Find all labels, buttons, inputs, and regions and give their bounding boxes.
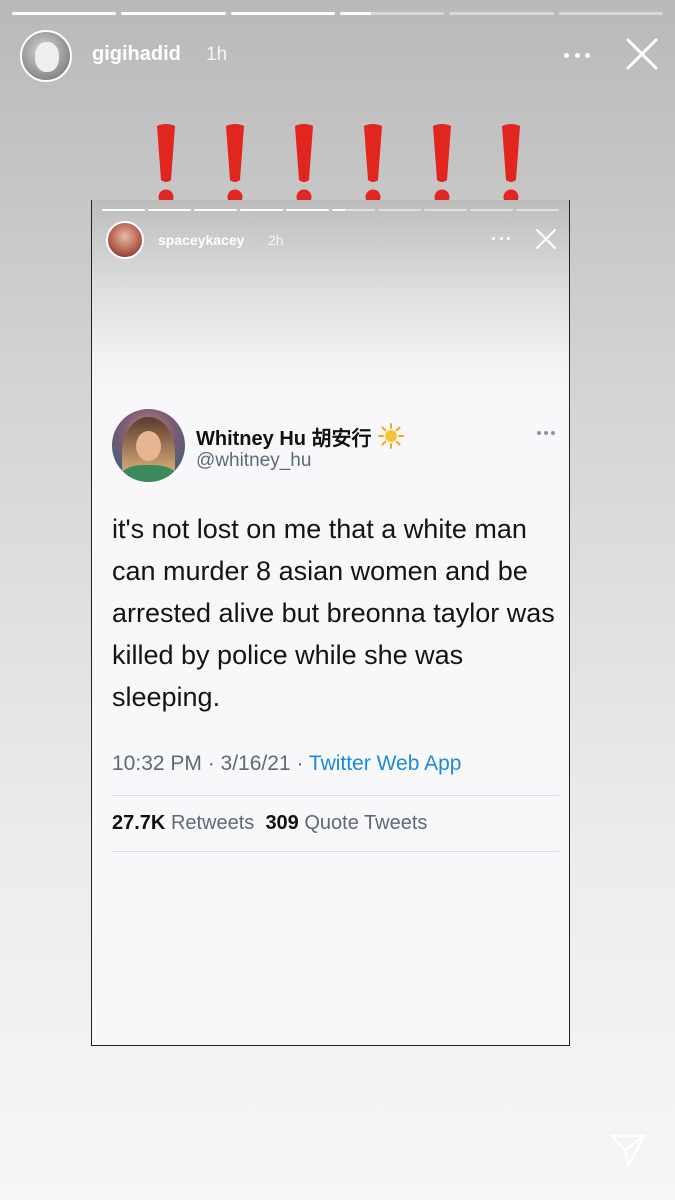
progress-segment [121,12,226,15]
progress-segment [339,12,445,15]
divider [112,795,559,796]
tweet-source: Twitter Web App [308,752,462,775]
progress-segment [12,12,117,15]
shared-story-avatar [106,221,144,259]
exclamation-mark [157,124,175,205]
avatar-face [35,42,59,72]
progress-segment [240,209,283,211]
progress-segment [230,12,335,15]
tweet-meta: 10:32 PM · 3/16/21 · Twitter Web App [112,752,461,776]
shared-story-username: spaceykacey [158,232,245,248]
exclamation-mark [295,124,313,205]
divider [112,851,559,852]
progress-segment [332,209,375,211]
progress-segment [102,209,145,211]
sun-icon [377,423,404,449]
send-icon[interactable] [608,1130,648,1170]
story-time: 1h [206,44,228,65]
exclamation-mark [433,124,451,205]
tweet-author-handle: @whitney_hu [196,450,312,471]
progress-segment [558,12,663,15]
exclamation-mark [364,124,382,205]
tweet-stats: 27.7K Retweets 309 Quote Tweets [112,812,427,835]
tweet-author-name: Whitney Hu 胡安行 [196,422,404,451]
shared-story-time: 2h [268,232,284,248]
quote-label: Quote Tweets [304,812,428,834]
tweet-author-name-text: Whitney Hu 胡安行 [196,428,372,450]
story-progress-bar [12,12,663,16]
more-icon [492,230,510,246]
progress-segment [286,209,329,211]
progress-segment [516,209,559,211]
retweet-label: Retweets [170,812,255,834]
close-icon[interactable] [624,36,660,72]
progress-segment [470,209,513,211]
tweet-text: it's not lost on me that a white man can… [112,514,555,712]
progress-segment [194,209,237,211]
quote-count: 309 [265,812,299,834]
more-icon[interactable] [562,42,592,68]
story-header: gigihadid 1h [20,28,660,84]
tweet-more-icon [537,430,555,436]
progress-segment [449,12,554,15]
progress-segment [378,209,421,211]
exclamation-sticker [157,124,520,205]
story-username[interactable]: gigihadid [92,43,181,66]
progress-segment [424,209,467,211]
shared-story-card[interactable]: spaceykacey 2h Whitney Hu 胡安行 @whitney_h… [91,200,570,1046]
tweet-avatar [112,409,185,482]
exclamation-mark [502,124,520,205]
close-icon [536,229,556,249]
progress-segment [148,209,191,211]
exclamation-mark [226,124,244,205]
tweet-timestamp: 10:32 PM · 3/16/21 · [112,752,304,775]
shared-story-progress-bar [102,209,559,212]
retweet-count: 27.7K [112,812,166,834]
avatar[interactable] [20,30,72,82]
